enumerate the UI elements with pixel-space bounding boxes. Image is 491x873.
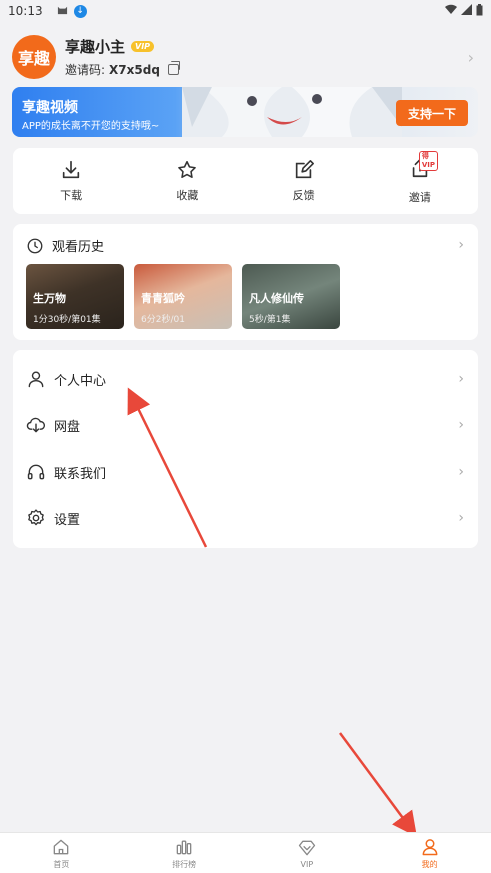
download-status-icon: ↓ (73, 4, 87, 18)
nav-label: 我的 (421, 859, 438, 869)
cat-icon (57, 4, 68, 18)
user-icon (422, 838, 438, 855)
invite-code: X7x5dq (109, 62, 160, 77)
watch-history: 观看历史 › 生万物 1分30秒/第01集 青青狐吟 6分2秒/01 凡人修仙传… (13, 224, 478, 340)
status-time: 10:13 (8, 4, 43, 18)
vip-reward-badge: 得VIP (418, 151, 439, 171)
banner-illustration (182, 87, 402, 137)
nav-label: 首页 (53, 859, 70, 869)
action-label: 邀请 (408, 191, 431, 204)
menu-item-label: 个人中心 (54, 373, 107, 389)
avatar[interactable]: 享趣 (12, 35, 56, 79)
ranking-icon (176, 840, 192, 854)
quick-actions: 下载 收藏 反馈 得VIP 邀请 (13, 148, 478, 214)
menu-item-label: 设置 (54, 512, 81, 528)
history-item[interactable]: 凡人修仙传 5秒/第1集 (242, 264, 340, 329)
status-bar: 10:13 ↓ (0, 0, 491, 22)
headset-icon (27, 464, 45, 480)
cloud-download-icon (26, 417, 46, 433)
nav-label: VIP (300, 859, 314, 869)
action-favorite[interactable]: 收藏 (129, 148, 245, 214)
clock-icon (27, 238, 43, 253)
menu-item-contact-us[interactable]: 联系我们 › (13, 449, 478, 495)
history-item-progress: 5秒/第1集 (249, 315, 291, 325)
arrow-to-mine-tab (338, 732, 417, 838)
download-icon (62, 160, 80, 179)
action-invite[interactable]: 得VIP 邀请 (362, 148, 478, 214)
action-label: 下载 (60, 189, 83, 202)
vip-badge: VIP (131, 41, 155, 52)
action-label: 收藏 (176, 189, 199, 202)
invite-label: 邀请码: (65, 63, 106, 77)
menu-item-settings[interactable]: 设置 › (13, 495, 478, 541)
history-item-progress: 1分30秒/第01集 (33, 315, 101, 325)
history-item-title: 凡人修仙传 (249, 292, 304, 305)
person-icon (28, 371, 44, 388)
nav-vip[interactable]: VIP (246, 833, 369, 873)
user-name: 享趣小主 (65, 38, 126, 56)
chevron-right-icon: › (458, 510, 464, 526)
action-feedback[interactable]: 反馈 (246, 148, 362, 214)
signal-icon (461, 4, 472, 18)
wifi-icon (445, 4, 457, 18)
copy-icon[interactable] (167, 61, 180, 75)
action-download[interactable]: 下载 (13, 148, 129, 214)
diamond-icon (298, 840, 316, 855)
nav-home[interactable]: 首页 (0, 833, 123, 873)
chevron-right-icon: › (458, 371, 464, 387)
menu-list: 个人中心 › 网盘 › 联系我们 › 设置 › (13, 350, 478, 548)
action-label: 反馈 (292, 189, 315, 202)
chevron-right-icon: › (458, 464, 464, 480)
menu-item-cloud-disk[interactable]: 网盘 › (13, 402, 478, 448)
banner-title: 享趣视频 (22, 100, 78, 116)
history-item-progress: 6分2秒/01 (141, 315, 185, 325)
support-button[interactable]: 支持一下 (395, 100, 468, 126)
battery-icon (476, 3, 483, 19)
support-banner[interactable]: 享趣视频 APP的成长离不开您的支持哦~ 支持一下 (12, 87, 478, 137)
edit-icon (295, 160, 314, 179)
chevron-right-icon: › (458, 417, 464, 433)
chevron-right-icon[interactable]: › (468, 48, 474, 67)
profile-header[interactable]: 享趣 享趣小主 VIP 邀请码: X7x5dq › (12, 33, 480, 81)
history-title: 观看历史 (52, 240, 105, 255)
history-item-title: 青青狐吟 (141, 292, 185, 305)
nav-label: 排行榜 (172, 859, 197, 869)
menu-item-label: 网盘 (54, 419, 81, 435)
home-icon (54, 839, 69, 854)
history-item[interactable]: 生万物 1分30秒/第01集 (26, 264, 124, 329)
star-icon (178, 160, 197, 179)
nav-ranking[interactable]: 排行榜 (123, 833, 246, 873)
menu-item-label: 联系我们 (54, 466, 107, 482)
menu-item-profile-center[interactable]: 个人中心 › (13, 356, 478, 402)
bottom-navigation: 首页 排行榜 VIP 我的 (0, 832, 491, 873)
banner-subtitle: APP的成长离不开您的支持哦~ (22, 121, 160, 132)
history-item[interactable]: 青青狐吟 6分2秒/01 (134, 264, 232, 329)
gear-icon (28, 509, 44, 526)
nav-mine[interactable]: 我的 (368, 833, 491, 873)
history-header[interactable]: 观看历史 (26, 236, 104, 255)
history-item-title: 生万物 (33, 292, 66, 305)
chevron-right-icon[interactable]: › (458, 237, 464, 253)
